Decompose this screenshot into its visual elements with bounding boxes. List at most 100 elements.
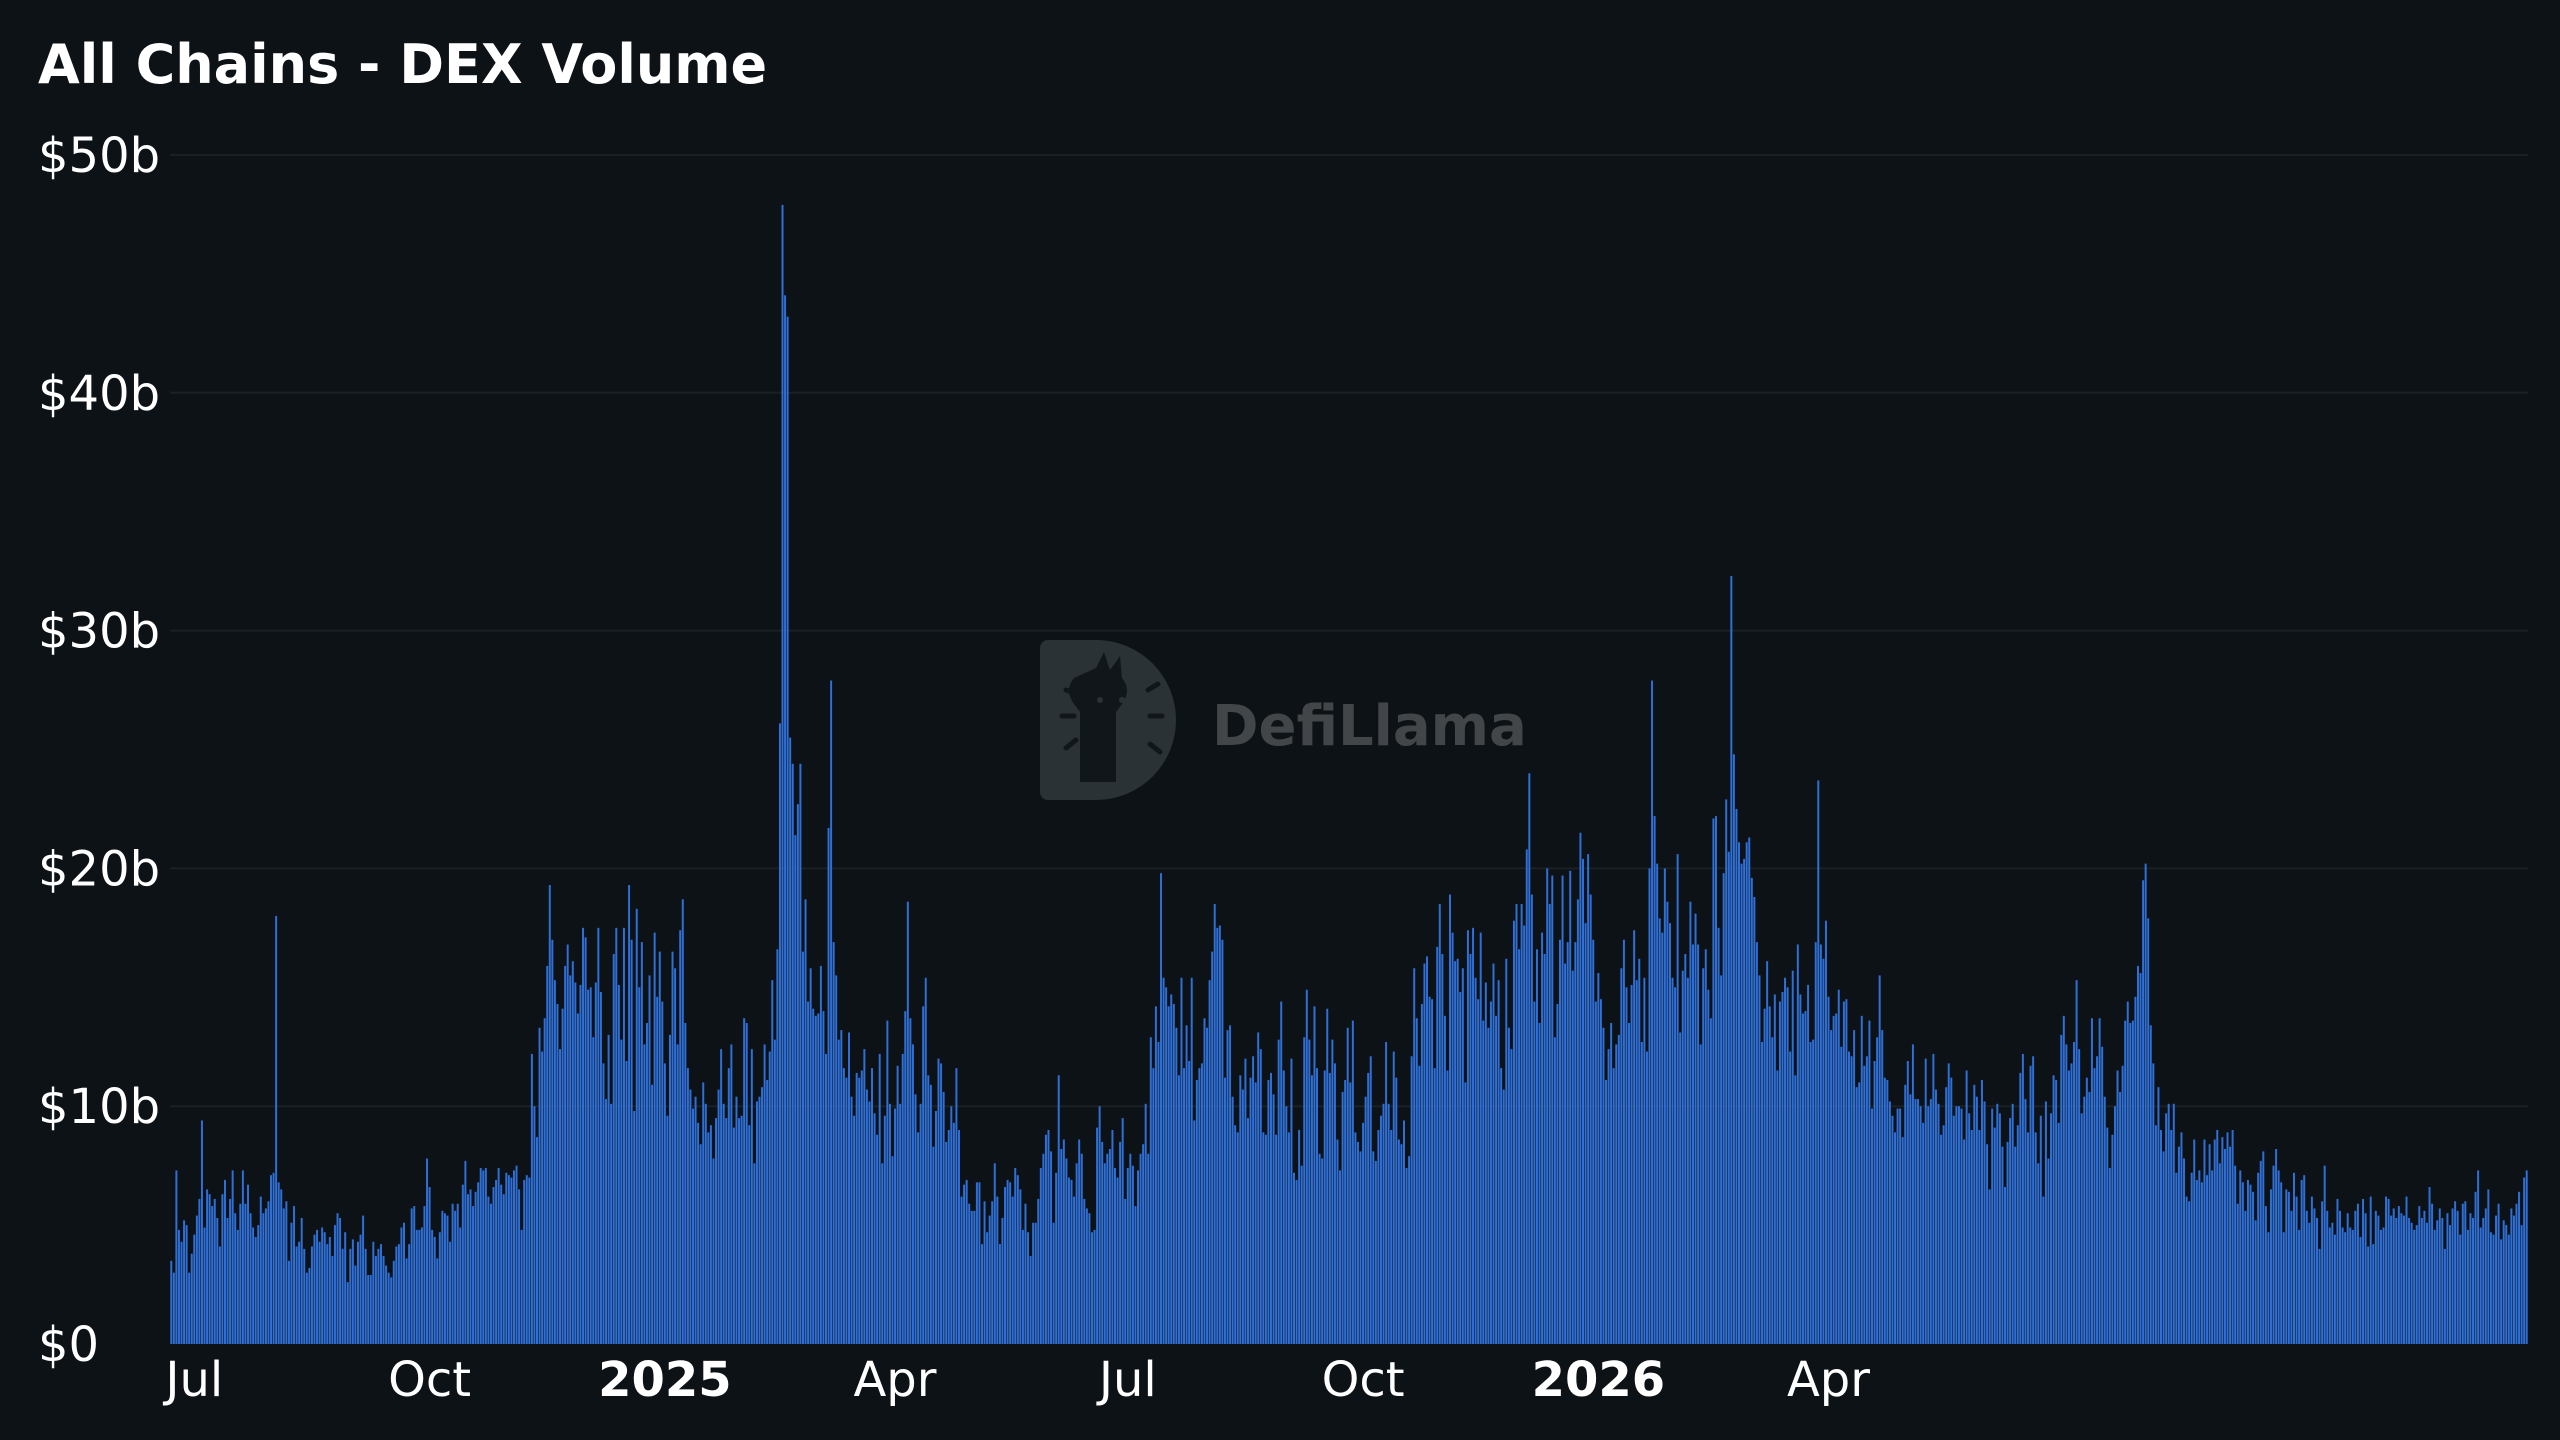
volume-bar bbox=[1397, 1139, 1400, 1344]
volume-bar bbox=[589, 987, 592, 1344]
volume-bar bbox=[993, 1163, 996, 1344]
volume-bar bbox=[2131, 1020, 2134, 1344]
volume-bar bbox=[1761, 1041, 1764, 1344]
volume-bar bbox=[773, 1039, 776, 1344]
volume-bar bbox=[707, 1132, 710, 1344]
volume-bar bbox=[318, 1241, 321, 1344]
volume-bar bbox=[1960, 1108, 1963, 1344]
volume-bar bbox=[515, 1165, 518, 1344]
volume-bar bbox=[1502, 1089, 1505, 1344]
volume-bar bbox=[1254, 1082, 1257, 1344]
volume-bar bbox=[556, 1003, 559, 1344]
volume-bar bbox=[1740, 863, 1743, 1344]
volume-bar bbox=[704, 1103, 707, 1344]
volume-bar bbox=[410, 1208, 413, 1344]
volume-bar bbox=[1239, 1075, 1242, 1344]
volume-bar bbox=[264, 1208, 267, 1344]
volume-bar bbox=[1349, 1082, 1352, 1344]
volume-bar bbox=[2001, 1146, 2004, 1344]
volume-bar bbox=[1860, 1015, 1863, 1344]
volume-bar bbox=[423, 1206, 426, 1344]
volume-bar bbox=[988, 1215, 991, 1344]
volume-bar bbox=[2285, 1189, 2288, 1344]
volume-bar bbox=[2098, 1018, 2101, 1344]
volume-bar bbox=[295, 1246, 298, 1344]
volume-bar bbox=[1226, 1030, 1229, 1344]
volume-bar bbox=[1715, 816, 1717, 1344]
volume-bar bbox=[1057, 1075, 1060, 1344]
volume-bar bbox=[1293, 1172, 1296, 1344]
volume-bar bbox=[1497, 980, 1500, 1344]
volume-bar bbox=[2321, 1201, 2324, 1344]
volume-bar bbox=[2369, 1196, 2372, 1344]
volume-bar bbox=[285, 1201, 288, 1344]
volume-bar bbox=[2466, 1229, 2469, 1344]
volume-bar bbox=[814, 1015, 817, 1344]
volume-bar bbox=[1147, 1153, 1150, 1344]
volume-bar bbox=[2425, 1222, 2428, 1344]
volume-bar bbox=[1313, 1006, 1316, 1344]
volume-bar bbox=[1167, 1006, 1170, 1344]
volume-bar bbox=[1896, 1108, 1899, 1344]
volume-bar bbox=[405, 1258, 408, 1344]
volume-bar bbox=[2290, 1210, 2293, 1344]
volume-bar bbox=[1318, 1153, 1321, 1344]
volume-bar bbox=[323, 1232, 326, 1344]
volume-bar bbox=[1014, 1168, 1017, 1344]
volume-bar bbox=[2116, 1070, 2119, 1344]
x-tick-label: 2026 bbox=[1532, 1352, 1666, 1408]
volume-bar bbox=[1656, 863, 1659, 1344]
volume-bar bbox=[1965, 1070, 1968, 1344]
volume-bar bbox=[321, 1227, 324, 1344]
volume-bar bbox=[2060, 1034, 2063, 1344]
volume-bar bbox=[469, 1189, 472, 1344]
volume-bar bbox=[2216, 1129, 2219, 1344]
volume-bar bbox=[1551, 875, 1554, 1344]
volume-bar bbox=[2027, 1132, 2029, 1344]
volume-bar bbox=[2203, 1139, 2206, 1344]
volume-bar bbox=[2520, 1225, 2523, 1344]
volume-bar bbox=[433, 1236, 436, 1344]
volume-bar bbox=[213, 1198, 216, 1344]
volume-bar bbox=[502, 1194, 505, 1344]
volume-bar bbox=[1098, 1106, 1101, 1344]
volume-bar bbox=[1610, 1022, 1613, 1344]
volume-bar bbox=[947, 1129, 950, 1344]
volume-bar bbox=[2331, 1222, 2334, 1344]
volume-bar bbox=[579, 984, 582, 1344]
volume-bar bbox=[2298, 1229, 2301, 1344]
volume-bar bbox=[2024, 1099, 2027, 1344]
volume-bar bbox=[518, 1189, 521, 1344]
volume-bar bbox=[477, 1182, 480, 1344]
volume-bar bbox=[2236, 1203, 2239, 1344]
volume-bar bbox=[1336, 1139, 1339, 1344]
volume-bar bbox=[1778, 1001, 1781, 1344]
volume-bar bbox=[1878, 975, 1881, 1344]
volume-bar bbox=[1730, 575, 1733, 1344]
volume-bar bbox=[924, 977, 927, 1344]
volume-bar bbox=[1970, 1129, 1973, 1344]
volume-bar bbox=[663, 1063, 666, 1344]
volume-bar bbox=[2482, 1217, 2485, 1344]
volume-bar bbox=[1024, 1203, 1027, 1344]
volume-bar bbox=[584, 937, 587, 1344]
volume-bar bbox=[1533, 1001, 1536, 1344]
volume-bar bbox=[2042, 1196, 2045, 1344]
volume-bar bbox=[1643, 977, 1646, 1344]
volume-bar bbox=[1666, 901, 1669, 1344]
volume-bar bbox=[1382, 1103, 1385, 1344]
volume-bar bbox=[2344, 1232, 2347, 1344]
volume-bar bbox=[909, 1018, 912, 1344]
volume-bar bbox=[1305, 989, 1308, 1344]
volume-bar bbox=[1310, 1075, 1313, 1344]
volume-bar bbox=[2208, 1144, 2211, 1344]
volume-bar bbox=[1198, 1068, 1201, 1344]
volume-bar bbox=[830, 680, 833, 1344]
volume-bar bbox=[1252, 1056, 1255, 1344]
volume-bar bbox=[1377, 1129, 1380, 1344]
volume-bar bbox=[505, 1172, 508, 1344]
volume-bar bbox=[241, 1170, 244, 1344]
volume-bar bbox=[1223, 1077, 1226, 1344]
volume-bar bbox=[656, 996, 659, 1344]
volume-bar bbox=[1341, 1091, 1344, 1344]
